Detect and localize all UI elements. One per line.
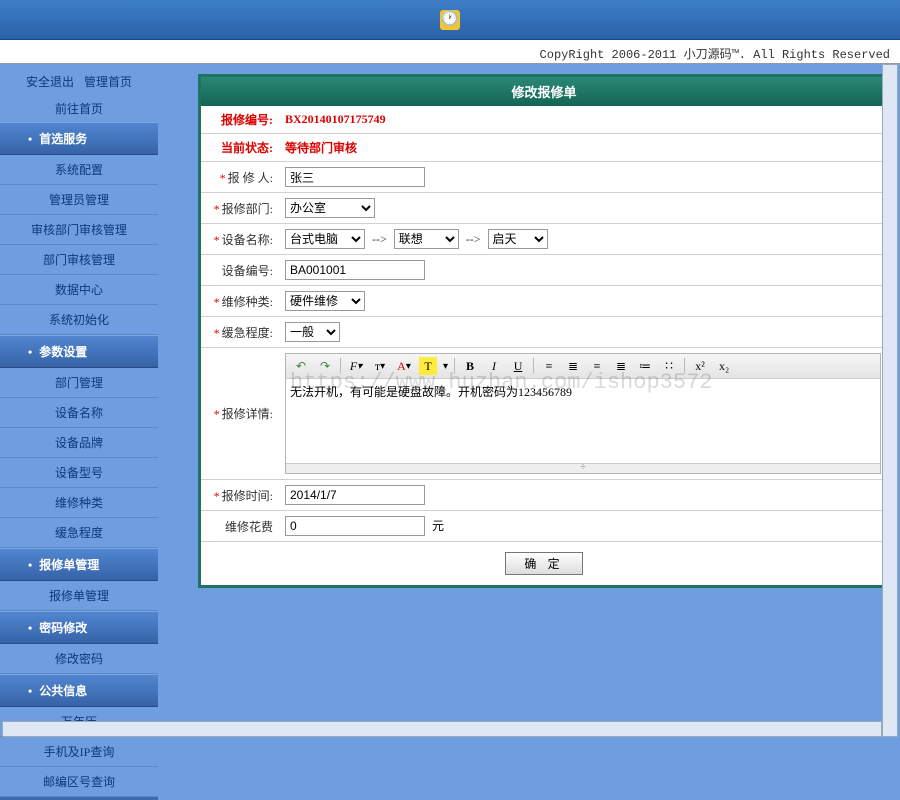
select-kind[interactable]: 硬件维修 [285,291,365,311]
input-time[interactable] [285,485,425,505]
horizontal-scrollbar[interactable] [2,721,882,737]
label-equip-no: 设备编号: [222,264,273,278]
nav-item[interactable]: 部门管理 [0,368,158,398]
rich-editor: ↶ ↷ F▾ т▾ A▾ T▾ B I U [285,353,881,474]
nav-item[interactable]: 维修种类 [0,488,158,518]
input-person[interactable] [285,167,425,187]
label-dept: 报修部门: [222,202,273,216]
value-repair-no: BX20140107175749 [285,112,386,126]
nav-item[interactable]: 缓急程度 [0,518,158,548]
arrow-icon: --> [466,232,481,246]
nav-item[interactable]: 部门审核管理 [0,245,158,275]
list-unordered-icon[interactable]: ∷ [660,357,678,375]
link-front-home[interactable]: 前往首页 [0,95,158,122]
editor-toolbar: ↶ ↷ F▾ т▾ A▾ T▾ B I U [286,354,880,379]
nav-item[interactable]: 系统初始化 [0,305,158,335]
label-urgency: 缓急程度: [222,326,273,340]
nav-header-password[interactable]: 密码修改 [0,611,158,644]
align-left-icon[interactable]: ≡ [540,357,558,375]
label-equip: 设备名称: [222,233,273,247]
select-equip-type[interactable]: 台式电脑 [285,229,365,249]
nav-item[interactable]: 修改密码 [0,644,158,674]
bold-icon[interactable]: B [461,357,479,375]
label-cost: 维修花费 [225,520,273,534]
label-repair-no: 报修编号: [221,113,273,127]
nav-header-repair[interactable]: 报修单管理 [0,548,158,581]
value-status: 等待部门审核 [285,141,357,155]
nav-item[interactable]: 设备型号 [0,458,158,488]
vertical-scrollbar[interactable] [882,64,898,737]
sidebar: 安全退出 管理首页 前往首页 首选服务 系统配置 管理员管理 审核部门审核管理 … [0,64,158,739]
input-equip-no[interactable] [285,260,425,280]
label-time: 报修时间: [222,489,273,503]
font-color-icon[interactable]: A▾ [395,357,413,375]
submit-button[interactable]: 确 定 [505,552,582,575]
input-cost[interactable] [285,516,425,536]
label-detail: 报修详情: [222,407,273,421]
superscript-icon[interactable]: x² [691,357,709,375]
italic-icon[interactable]: I [485,357,503,375]
list-ordered-icon[interactable]: ≔ [636,357,654,375]
undo-icon[interactable]: ↶ [292,357,310,375]
font-size-icon[interactable]: т▾ [371,357,389,375]
nav-item[interactable]: 系统配置 [0,155,158,185]
link-admin-home[interactable]: 管理首页 [84,73,132,90]
nav-item[interactable]: 设备名称 [0,398,158,428]
cost-unit: 元 [432,519,444,533]
editor-textarea[interactable]: 无法开机，有可能是硬盘故障。开机密码为123456789 [286,379,880,459]
font-family-icon[interactable]: F▾ [347,357,365,375]
link-logout[interactable]: 安全退出 [26,73,74,90]
align-center-icon[interactable]: ≣ [564,357,582,375]
nav-header-preferred[interactable]: 首选服务 [0,122,158,155]
underline-icon[interactable]: U [509,357,527,375]
nav-header-public[interactable]: 公共信息 [0,674,158,707]
select-dept[interactable]: 办公室 [285,198,375,218]
nav-header-params[interactable]: 参数设置 [0,335,158,368]
nav-item[interactable]: 设备品牌 [0,428,158,458]
nav-item[interactable]: 管理员管理 [0,185,158,215]
subscript-icon[interactable]: x₂ [715,357,733,375]
copyright-bar: CopyRight 2006-2011 小刀源码™. All Rights Re… [0,40,900,64]
resize-handle-icon[interactable]: ÷ [286,463,880,473]
select-urgency[interactable]: 一般 [285,322,340,342]
nav-item[interactable]: 数据中心 [0,275,158,305]
nav-item[interactable]: 邮编区号查询 [0,767,158,797]
label-person: 报 修 人: [228,171,273,185]
redo-icon[interactable]: ↷ [316,357,334,375]
select-equip-model[interactable]: 启天 [488,229,548,249]
nav-item[interactable]: 手机及IP查询 [0,737,158,767]
select-equip-brand[interactable]: 联想 [394,229,459,249]
arrow-icon: --> [372,232,387,246]
align-justify-icon[interactable]: ≣ [612,357,630,375]
highlight-icon[interactable]: T [419,357,437,375]
align-right-icon[interactable]: ≡ [588,357,606,375]
top-bar: 🕐 [0,0,900,40]
nav-item[interactable]: 报修单管理 [0,581,158,611]
content-area: 修改报修单 报修编号: BX20140107175749 当前状态: 等待部门审… [158,64,900,739]
label-kind: 维修种类: [222,295,273,309]
label-status: 当前状态: [221,141,273,155]
form-panel: 修改报修单 报修编号: BX20140107175749 当前状态: 等待部门审… [198,74,890,588]
panel-title: 修改报修单 [201,77,887,106]
clock-icon: 🕐 [440,10,460,30]
nav-item[interactable]: 审核部门审核管理 [0,215,158,245]
